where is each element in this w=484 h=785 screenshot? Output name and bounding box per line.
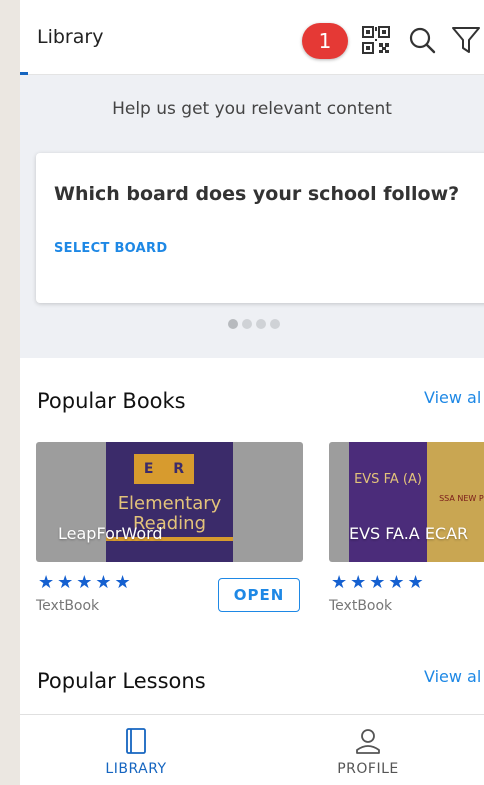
content-preferences-banner: Help us get you relevant content Which b… — [20, 75, 484, 358]
filter-icon[interactable] — [448, 22, 484, 58]
qr-code-icon[interactable] — [358, 22, 394, 58]
carousel-dot[interactable] — [270, 319, 280, 329]
app-screen: Library 1 Help us get you relevant conte… — [20, 0, 484, 785]
board-question: Which board does your school follow? — [54, 183, 460, 205]
book-icon — [120, 725, 152, 757]
search-icon[interactable] — [404, 22, 440, 58]
carousel-dot[interactable] — [228, 319, 238, 329]
notification-badge[interactable]: 1 — [302, 23, 348, 59]
cover-letter: R — [173, 461, 185, 477]
help-text: Help us get you relevant content — [112, 99, 392, 119]
board-selection-card[interactable]: Which board does your school follow? SEL… — [36, 153, 484, 303]
book-cover-image: E R Elementary Reading — [106, 442, 233, 562]
cover-text: EVS FA (A) — [349, 442, 427, 562]
popular-lessons-view-all-link[interactable]: View al — [424, 667, 481, 686]
book-type: TextBook — [329, 598, 393, 614]
select-board-button[interactable]: SELECT BOARD — [54, 241, 167, 256]
popular-lessons-title: Popular Lessons — [37, 669, 206, 693]
nav-label-profile: PROFILE — [337, 761, 399, 777]
book-title: LeapForWord — [58, 524, 163, 543]
open-button[interactable]: OPEN — [218, 578, 300, 612]
carousel-dot[interactable] — [256, 319, 266, 329]
book-cover-image: EVS FA (A) SSA NEW PED — [349, 442, 484, 562]
cover-text-label: EVS FA (A) — [354, 472, 422, 487]
book-card-evs[interactable]: EVS FA (A) SSA NEW PED EVS FA.A ECAR — [329, 442, 484, 562]
carousel-dot[interactable] — [242, 319, 252, 329]
page-title: Library — [37, 26, 104, 48]
popular-books-view-all-link[interactable]: View al — [424, 388, 481, 407]
popular-books-title: Popular Books — [37, 389, 186, 413]
cover-badge-label: SSA NEW PED — [439, 494, 484, 503]
profile-icon — [352, 725, 384, 757]
nav-label-library: LIBRARY — [105, 761, 167, 777]
rating-stars: ★★★★★ — [38, 572, 134, 593]
carousel-dots — [228, 319, 280, 329]
nav-item-library[interactable]: LIBRARY — [20, 715, 252, 785]
app-bar: Library 1 — [20, 0, 484, 76]
book-type: TextBook — [36, 598, 100, 614]
cover-letters: E R — [134, 454, 194, 484]
nav-item-profile[interactable]: PROFILE — [252, 715, 484, 785]
book-title: EVS FA.A ECAR — [349, 524, 469, 543]
rating-stars: ★★★★★ — [331, 572, 427, 593]
book-card-leapforword[interactable]: E R Elementary Reading LeapForWord — [36, 442, 303, 562]
cover-letter: E — [143, 461, 154, 477]
bottom-navigation: LIBRARY PROFILE — [20, 714, 484, 785]
cover-badge: SSA NEW PED — [427, 442, 484, 562]
